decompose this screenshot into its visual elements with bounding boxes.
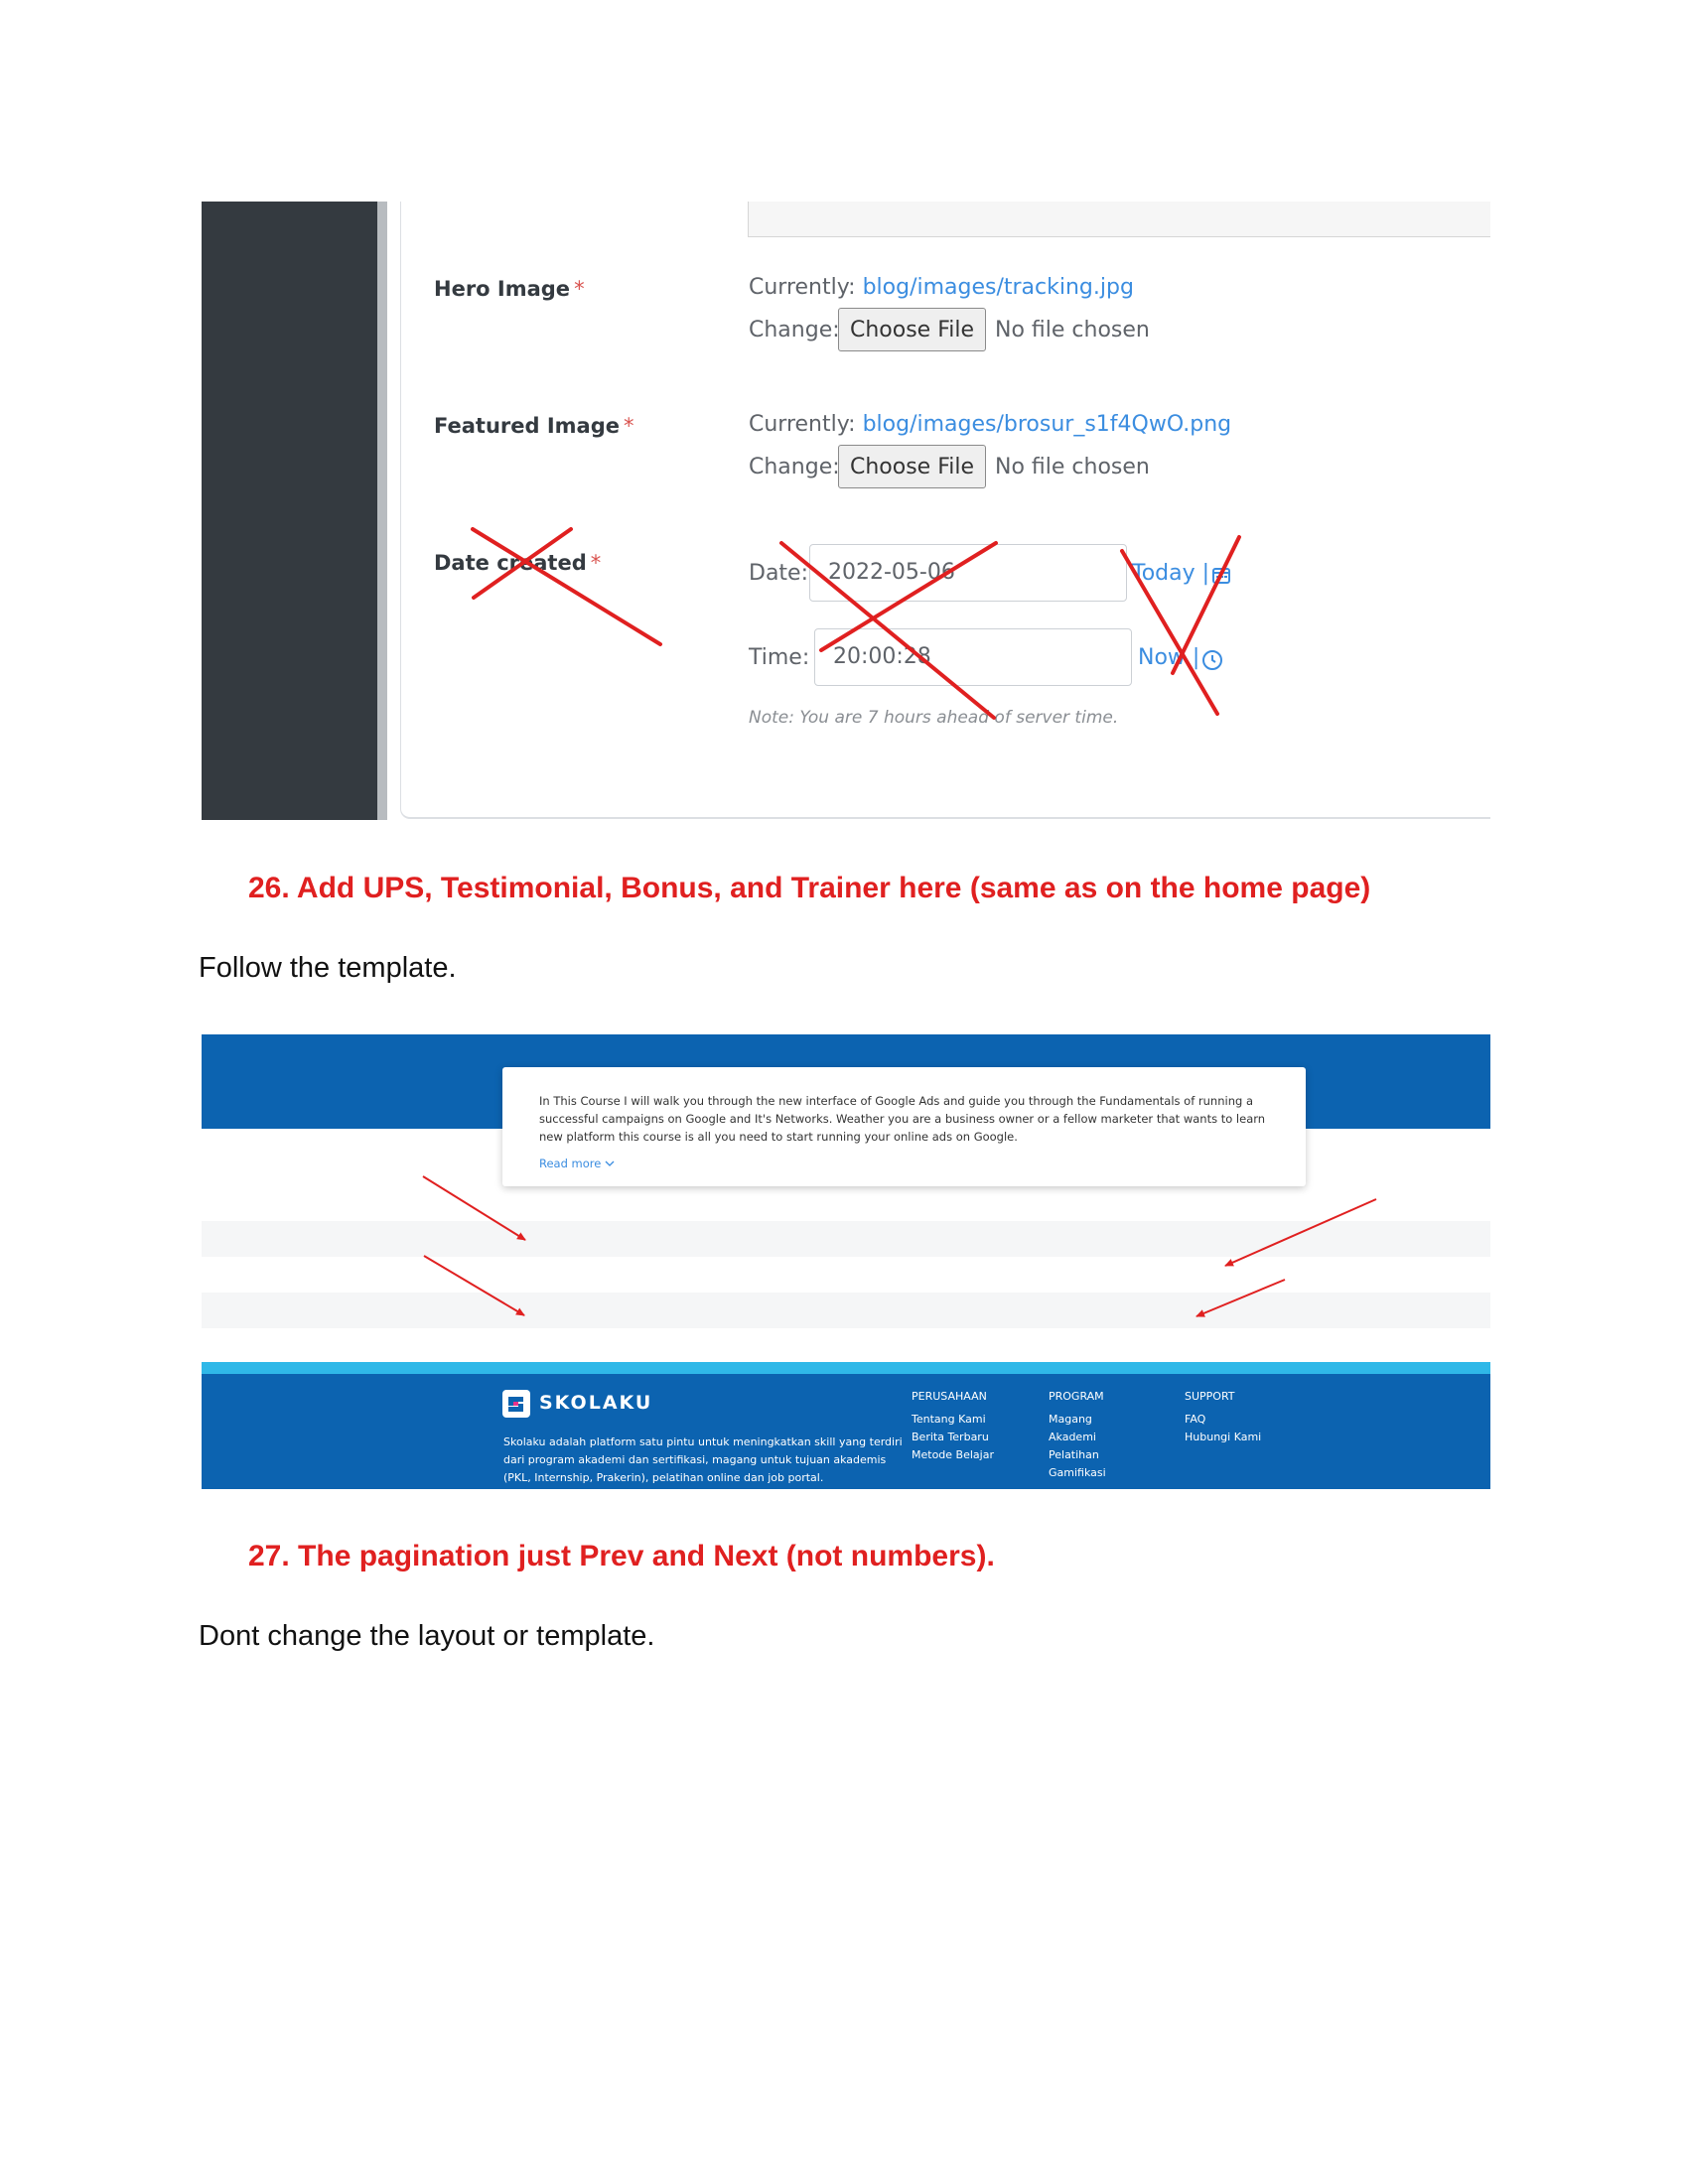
footer-link[interactable]: Pelatihan xyxy=(1049,1446,1106,1464)
footer-column-heading: PROGRAM xyxy=(1049,1390,1104,1403)
cross-out-annotations xyxy=(471,527,1241,720)
footer-column-heading: SUPPORT xyxy=(1185,1390,1235,1403)
red-arrow-annotations xyxy=(422,1175,1377,1317)
instruction-27-heading: 27. The pagination just Prev and Next (n… xyxy=(248,1540,995,1572)
cross-mark-line xyxy=(1120,549,1219,716)
footer-column-perusahaan: PERUSAHAAN Tentang Kami Berita Terbaru M… xyxy=(912,1390,994,1464)
footer-link[interactable]: Berita Terbaru xyxy=(912,1429,994,1446)
cross-mark-line xyxy=(779,541,996,720)
footer-description: Skolaku adalah platform satu pintu untuk… xyxy=(503,1435,903,1484)
arrow-annotation xyxy=(423,1255,525,1316)
cross-mark-line xyxy=(1171,535,1241,675)
footer-link[interactable]: Tentang Kami xyxy=(912,1411,994,1429)
site-footer: SKOLAKU Skolaku adalah platform satu pin… xyxy=(202,1374,1490,1489)
footer-link[interactable]: Gamifikasi xyxy=(1049,1464,1106,1482)
admin-form-screenshot: Hero Image * Currently: blog/images/track… xyxy=(202,202,1490,820)
footer-link[interactable]: FAQ xyxy=(1185,1411,1261,1429)
footer-link[interactable]: Akademi xyxy=(1049,1429,1106,1446)
arrow-annotation xyxy=(1224,1198,1377,1267)
footer-column-program: PROGRAM Magang Akademi Pelatihan Gamifik… xyxy=(1049,1390,1106,1482)
cross-mark-line xyxy=(471,527,662,646)
arrow-annotation xyxy=(1196,1279,1286,1317)
instruction-26-heading: 26. Add UPS, Testimonial, Bonus, and Tra… xyxy=(248,872,1371,904)
footer-accent-line xyxy=(202,1362,1490,1374)
instruction-26-text: Follow the template. xyxy=(199,952,457,984)
footer-column-support: SUPPORT FAQ Hubungi Kami xyxy=(1185,1390,1261,1446)
footer-link[interactable]: Hubungi Kami xyxy=(1185,1429,1261,1446)
footer-column-heading: PERUSAHAAN xyxy=(912,1390,987,1403)
instruction-27-text: Dont change the layout or template. xyxy=(199,1620,655,1652)
skolaku-logo-icon xyxy=(502,1390,530,1418)
footer-brand-name: SKOLAKU xyxy=(539,1392,653,1414)
footer-link[interactable]: Magang xyxy=(1049,1411,1106,1429)
arrow-annotation xyxy=(422,1175,526,1241)
footer-link[interactable]: Metode Belajar xyxy=(912,1446,994,1464)
template-screenshot: In This Course I will walk you through t… xyxy=(202,1034,1490,1489)
